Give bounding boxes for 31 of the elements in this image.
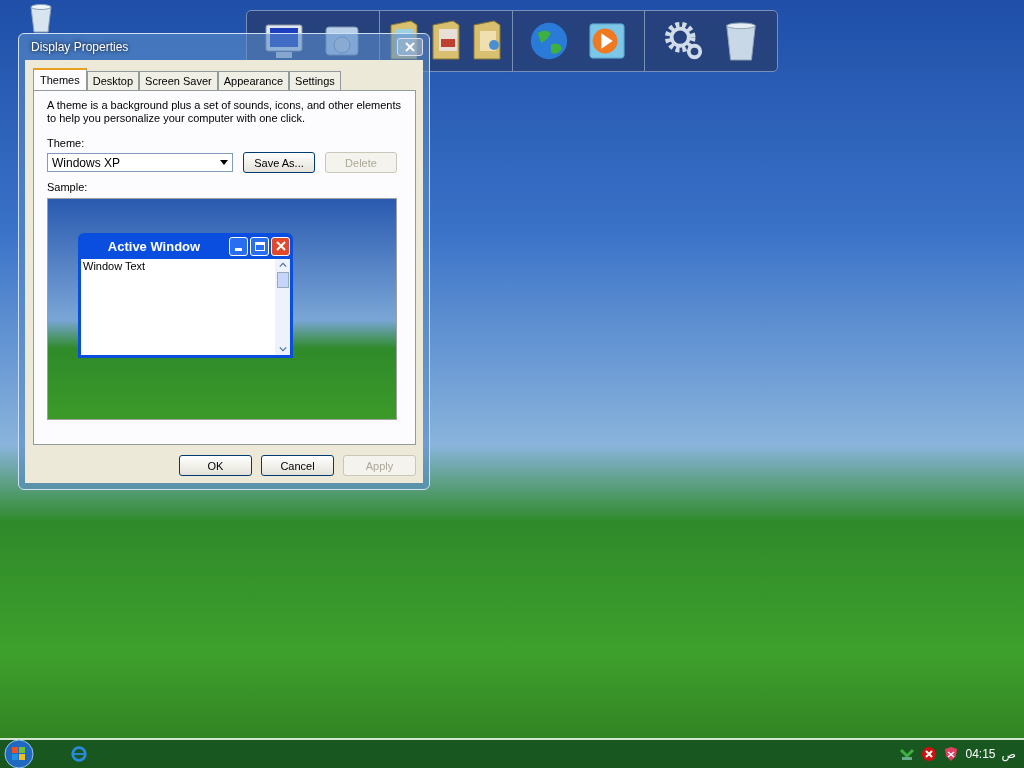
theme-dropdown[interactable]: Windows XP [47,153,233,172]
maximize-icon [250,236,269,256]
tab[interactable]: Screen Saver [139,71,218,90]
sample-label: Sample: [47,181,89,193]
dialog-button[interactable]: OK [179,455,252,476]
tab[interactable]: Desktop [86,71,140,90]
close-icon [271,236,290,256]
description-text: A theme is a background plus a set of sounds, icons, and other elements to help you personalize your computer with one click. [47,99,402,125]
tab[interactable]: Appearance [217,71,290,90]
gear-icon[interactable] [662,20,705,62]
scroll-thumb[interactable] [276,272,289,288]
dialog-button[interactable]: Save As... [243,152,315,173]
sample-window-title: Active Window [106,238,202,254]
shield-icon[interactable] [943,746,960,762]
network-icon[interactable] [899,746,916,762]
error-icon[interactable] [921,746,938,762]
dropdown-arrow-icon [220,160,228,165]
tab[interactable]: Settings [289,71,341,90]
scroll-down-icon[interactable] [278,346,287,352]
clock-period: ص [1001,747,1016,761]
theme-label: Theme: [47,137,86,149]
start-orb-icon[interactable] [4,739,34,768]
browser-icon[interactable] [70,745,88,763]
minimize-icon [229,236,248,256]
window-title: Display Properties [31,40,129,54]
tab[interactable]: Themes [33,68,87,90]
scroll-up-icon[interactable] [278,262,287,268]
dialog-button[interactable]: Cancel [261,455,334,476]
clock-time: 04:15 [965,747,996,761]
sample-window-text: Window Text [82,259,147,274]
close-icon [405,42,415,52]
